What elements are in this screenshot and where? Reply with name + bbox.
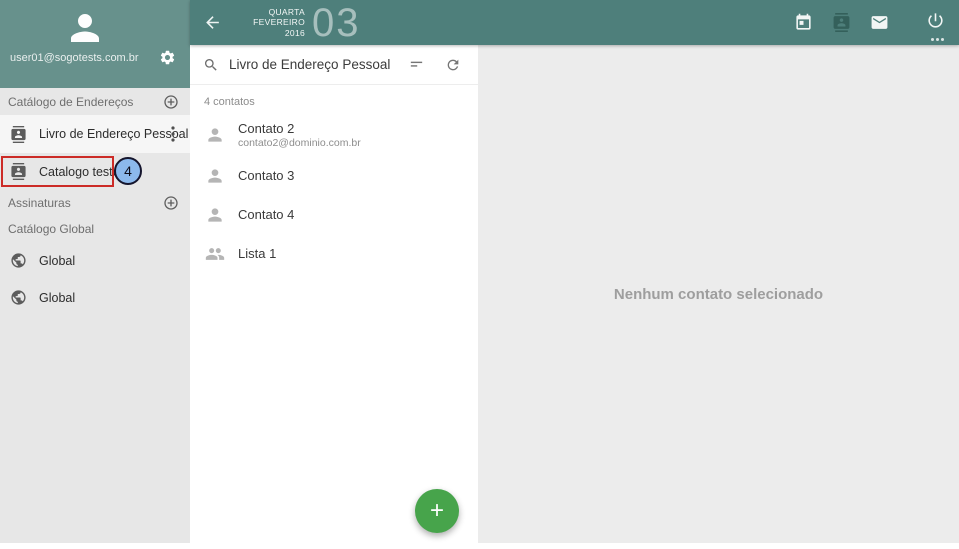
sidebar-item-global-2[interactable]: Global bbox=[0, 279, 190, 316]
person-icon bbox=[205, 166, 225, 186]
date-block: QUARTA FEVEREIRO 2016 bbox=[247, 7, 305, 39]
contact-email: contato2@dominio.com.br bbox=[238, 137, 361, 149]
contact-list-panel: 4 contatos Contato 2 contato2@dominio.co… bbox=[190, 45, 478, 543]
subscriptions-section-header: Assinaturas bbox=[0, 190, 190, 216]
contact-text: Contato 4 bbox=[238, 207, 294, 222]
address-books-header-label: Catálogo de Endereços bbox=[8, 95, 133, 109]
sidebar-item-label: Livro de Endereço Pessoal bbox=[39, 127, 188, 141]
settings-gear-icon[interactable] bbox=[159, 49, 176, 66]
date-day-number: 03 bbox=[312, 3, 361, 43]
add-contact-fab[interactable]: + bbox=[415, 489, 459, 533]
user-avatar-icon bbox=[64, 7, 106, 49]
power-icon bbox=[926, 11, 945, 30]
search-input[interactable] bbox=[229, 57, 408, 72]
contact-row-contato-4[interactable]: Contato 4 bbox=[190, 195, 478, 234]
globe-icon bbox=[10, 289, 27, 306]
contact-text: Lista 1 bbox=[238, 246, 276, 261]
back-arrow-icon[interactable] bbox=[203, 13, 222, 32]
contacts-book-icon bbox=[10, 126, 27, 143]
sidebar-item-catalogo-teste[interactable]: Catalogo teste. 4 bbox=[0, 153, 190, 190]
global-catalog-header-label: Catálogo Global bbox=[8, 222, 94, 236]
person-icon bbox=[205, 205, 225, 225]
search-bar bbox=[190, 45, 478, 85]
contact-row-contato-2[interactable]: Contato 2 contato2@dominio.com.br bbox=[190, 113, 478, 156]
add-subscription-icon[interactable] bbox=[163, 195, 179, 211]
mail-icon[interactable] bbox=[870, 13, 889, 32]
refresh-icon[interactable] bbox=[445, 57, 461, 73]
account-panel: user01@sogotests.com.br bbox=[0, 0, 190, 88]
global-catalog-section-header: Catálogo Global bbox=[0, 216, 190, 242]
subscriptions-header-label: Assinaturas bbox=[8, 196, 71, 210]
contact-name: Contato 2 bbox=[238, 121, 361, 136]
sidebar-item-label: Global bbox=[39, 254, 75, 268]
globe-icon bbox=[10, 252, 27, 269]
date-weekday: QUARTA bbox=[247, 7, 305, 18]
person-icon bbox=[205, 125, 225, 145]
contact-name: Contato 4 bbox=[238, 207, 294, 222]
sidebar-item-personal-address-book[interactable]: Livro de Endereço Pessoal bbox=[0, 115, 190, 153]
contact-name: Contato 3 bbox=[238, 168, 294, 183]
contacts-book-icon bbox=[10, 163, 27, 180]
main-toolbar: QUARTA FEVEREIRO 2016 03 bbox=[190, 0, 959, 45]
sidebar-item-label: Global bbox=[39, 291, 75, 305]
item-menu-dots-icon[interactable] bbox=[171, 126, 175, 142]
module-switcher bbox=[794, 11, 945, 35]
logout-button[interactable] bbox=[926, 11, 945, 35]
date-year: 2016 bbox=[247, 28, 305, 39]
contacts-icon[interactable] bbox=[832, 13, 851, 32]
account-row: user01@sogotests.com.br bbox=[10, 49, 176, 66]
sort-icon[interactable] bbox=[408, 56, 425, 73]
contact-row-contato-3[interactable]: Contato 3 bbox=[190, 156, 478, 195]
people-icon bbox=[205, 244, 225, 264]
address-books-section-header: Catálogo de Endereços bbox=[0, 88, 190, 115]
contact-count: 4 contatos bbox=[190, 85, 478, 113]
contact-row-lista-1[interactable]: Lista 1 bbox=[190, 234, 478, 273]
contact-detail-panel: Nenhum contato selecionado bbox=[478, 45, 959, 543]
empty-selection-message: Nenhum contato selecionado bbox=[614, 286, 823, 303]
sidebar: user01@sogotests.com.br Catálogo de Ende… bbox=[0, 0, 190, 543]
contact-name: Lista 1 bbox=[238, 246, 276, 261]
calendar-icon[interactable] bbox=[794, 13, 813, 32]
add-address-book-icon[interactable] bbox=[163, 94, 179, 110]
loading-dots bbox=[931, 38, 934, 41]
search-icon bbox=[203, 57, 219, 73]
window-bottom-strip bbox=[0, 543, 959, 549]
account-email: user01@sogotests.com.br bbox=[10, 52, 139, 64]
contact-text: Contato 3 bbox=[238, 168, 294, 183]
date-month: FEVEREIRO bbox=[247, 17, 305, 28]
contact-text: Contato 2 contato2@dominio.com.br bbox=[238, 121, 361, 149]
sidebar-item-global-1[interactable]: Global bbox=[0, 242, 190, 279]
sidebar-item-label: Catalogo teste. bbox=[39, 165, 123, 179]
